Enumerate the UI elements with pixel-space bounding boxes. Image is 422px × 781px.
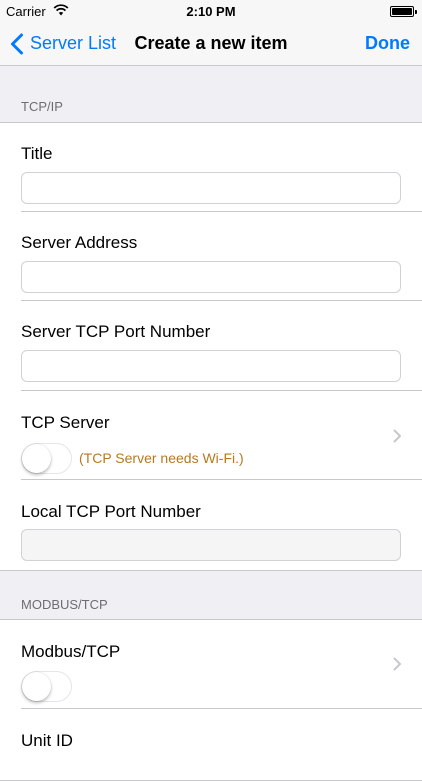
modbus-group: Modbus/TCP Unit ID [0, 619, 422, 781]
title-cell: Title [0, 123, 422, 212]
server-address-cell: Server Address [0, 212, 422, 301]
toggle-knob [22, 672, 51, 701]
server-port-cell: Server TCP Port Number [0, 301, 422, 391]
section-header-modbus: MODBUS/TCP [21, 597, 108, 612]
modbus-toggle[interactable] [21, 671, 72, 702]
status-time: 2:10 PM [186, 4, 236, 19]
title-input[interactable] [21, 172, 401, 204]
navigation-bar: Server List Create a new item Done [0, 22, 422, 66]
server-port-input[interactable] [21, 350, 401, 382]
battery-icon [390, 6, 417, 17]
tcp-server-wifi-note: (TCP Server needs Wi-Fi.) [79, 450, 244, 466]
battery-level [392, 8, 412, 15]
unit-id-label: Unit ID [21, 731, 73, 750]
tcpip-group: Title Server Address Server TCP Port Num… [0, 122, 422, 571]
section-header-tcpip: TCP/IP [21, 99, 63, 114]
back-button-label: Server List [30, 33, 117, 53]
server-address-input[interactable] [21, 261, 401, 293]
toggle-knob [22, 444, 51, 473]
modbus-label: Modbus/TCP [21, 642, 121, 661]
modbus-cell[interactable]: Modbus/TCP [0, 620, 422, 709]
tcp-server-label: TCP Server [21, 413, 110, 432]
local-port-label: Local TCP Port Number [21, 502, 201, 521]
chevron-left-icon [11, 33, 23, 54]
chevron-right-icon [393, 429, 401, 443]
title-label: Title [21, 144, 53, 163]
chevron-right-icon [393, 657, 401, 671]
unit-id-cell: Unit ID [0, 709, 422, 780]
server-address-label: Server Address [21, 233, 138, 252]
local-port-input [21, 529, 401, 561]
back-button[interactable]: Server List [10, 22, 116, 65]
server-port-label: Server TCP Port Number [21, 322, 211, 341]
status-bar: Carrier 2:10 PM [0, 0, 422, 22]
local-port-cell: Local TCP Port Number [0, 480, 422, 570]
tcp-server-toggle[interactable] [21, 443, 72, 474]
done-button[interactable]: Done [365, 22, 410, 65]
tcp-server-cell[interactable]: TCP Server (TCP Server needs Wi-Fi.) [0, 391, 422, 480]
